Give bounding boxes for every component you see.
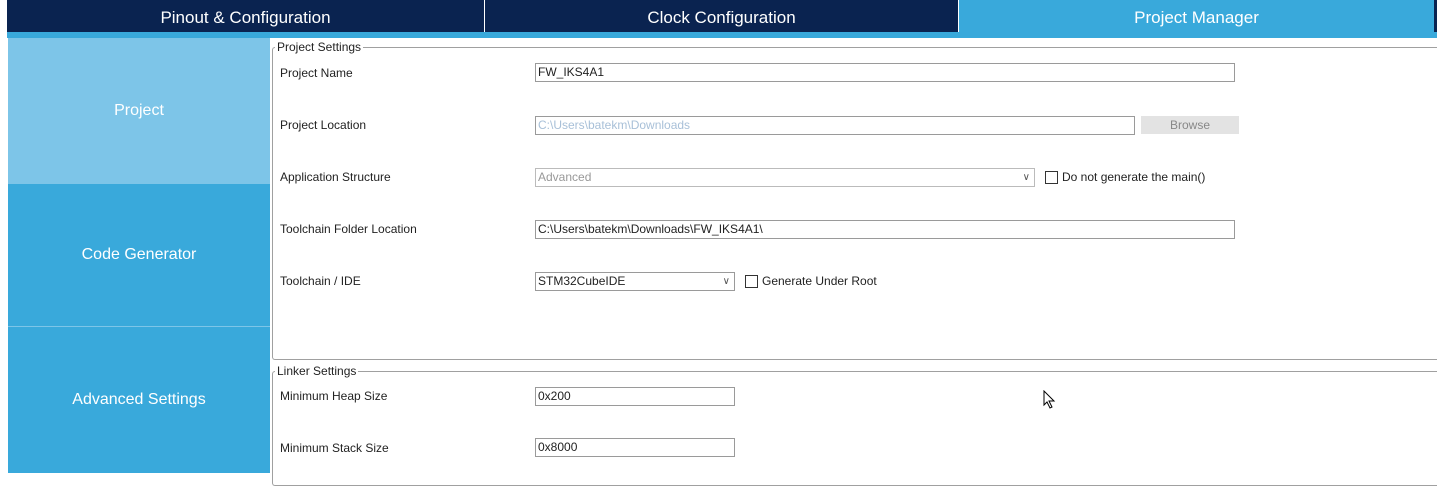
tab-project-manager[interactable]: Project Manager: [959, 0, 1434, 32]
top-tab-bar: Pinout & Configuration Clock Configurati…: [7, 0, 1437, 32]
sidebar-item-code-generator[interactable]: Code Generator: [8, 184, 270, 327]
project-name-label: Project Name: [280, 66, 353, 80]
toolchain-ide-value: STM32CubeIDE: [538, 274, 626, 288]
toolchain-ide-label: Toolchain / IDE: [280, 274, 361, 288]
project-settings-group: Project Settings: [272, 40, 1437, 360]
generate-under-root-label: Generate Under Root: [762, 274, 877, 288]
linker-settings-group: Linker Settings: [272, 364, 1437, 486]
sidebar-item-project[interactable]: Project: [8, 38, 270, 184]
minimum-heap-size-label: Minimum Heap Size: [280, 389, 388, 403]
application-structure-label: Application Structure: [280, 170, 391, 184]
toolchain-ide-select[interactable]: STM32CubeIDE ∨: [535, 272, 735, 291]
tab-pinout-configuration[interactable]: Pinout & Configuration: [7, 0, 485, 32]
do-not-generate-main-label: Do not generate the main(): [1062, 170, 1206, 184]
chevron-down-icon: ∨: [722, 276, 730, 287]
project-name-input[interactable]: FW_IKS4A1: [535, 63, 1235, 82]
sidebar-item-advanced-settings[interactable]: Advanced Settings: [8, 327, 270, 473]
chevron-down-icon: ∨: [1022, 172, 1030, 183]
browse-button[interactable]: Browse: [1141, 116, 1239, 134]
minimum-stack-size-label: Minimum Stack Size: [280, 441, 389, 455]
minimum-heap-size-input[interactable]: 0x200: [535, 387, 735, 406]
mouse-cursor-icon: [1043, 390, 1056, 409]
do-not-generate-main-checkbox[interactable]: [1045, 171, 1058, 184]
toolchain-folder-label: Toolchain Folder Location: [280, 222, 417, 236]
linker-settings-legend: Linker Settings: [277, 364, 357, 378]
project-location-label: Project Location: [280, 118, 367, 132]
project-settings-legend: Project Settings: [277, 40, 362, 54]
toolchain-folder-input[interactable]: C:\Users\batekm\Downloads\FW_IKS4A1\: [535, 220, 1235, 239]
project-location-input[interactable]: C:\Users\batekm\Downloads: [535, 116, 1135, 135]
application-structure-select[interactable]: Advanced ∨: [535, 168, 1035, 187]
tab-clock-configuration[interactable]: Clock Configuration: [485, 0, 959, 32]
minimum-stack-size-input[interactable]: 0x8000: [535, 438, 735, 457]
application-structure-value: Advanced: [538, 170, 592, 184]
generate-under-root-checkbox[interactable]: [745, 275, 758, 288]
